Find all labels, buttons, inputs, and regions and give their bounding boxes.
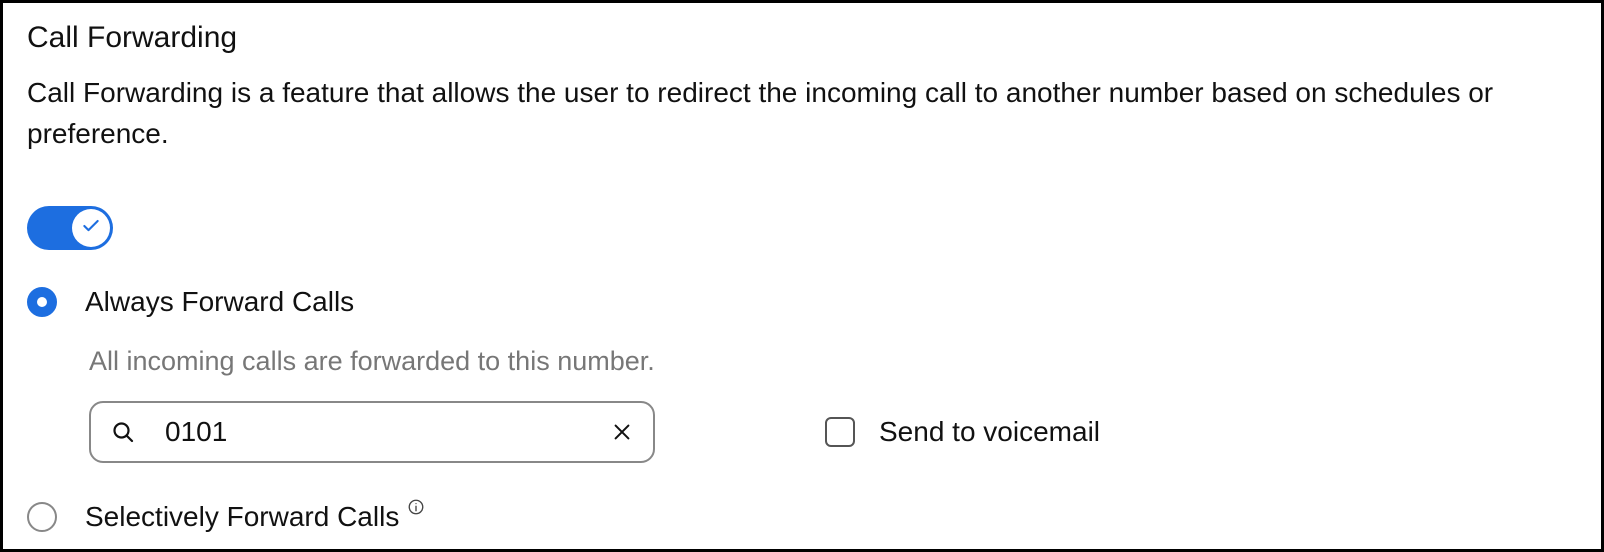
radio-always-forward[interactable] bbox=[27, 287, 57, 317]
search-icon bbox=[111, 420, 135, 444]
send-to-voicemail-group: Send to voicemail bbox=[825, 416, 1100, 448]
always-forward-details: All incoming calls are forwarded to this… bbox=[27, 346, 1577, 463]
call-forwarding-toggle[interactable] bbox=[27, 206, 113, 250]
send-to-voicemail-label: Send to voicemail bbox=[879, 416, 1100, 448]
forward-input-row: Send to voicemail bbox=[89, 401, 1577, 463]
clear-icon[interactable] bbox=[611, 421, 633, 443]
option-always-forward: Always Forward Calls bbox=[27, 286, 1577, 318]
call-forwarding-panel: Call Forwarding Call Forwarding is a fea… bbox=[0, 0, 1604, 552]
page-title: Call Forwarding bbox=[27, 21, 1577, 55]
info-icon[interactable] bbox=[407, 498, 425, 516]
radio-label-always: Always Forward Calls bbox=[85, 286, 354, 318]
option-selectively-forward: Selectively Forward Calls bbox=[27, 501, 1577, 533]
toggle-knob bbox=[72, 209, 110, 247]
forward-number-input[interactable] bbox=[165, 416, 611, 448]
radio-label-selective: Selectively Forward Calls bbox=[85, 501, 399, 533]
page-description: Call Forwarding is a feature that allows… bbox=[27, 73, 1577, 154]
always-forward-description: All incoming calls are forwarded to this… bbox=[89, 346, 1577, 377]
check-icon bbox=[81, 216, 101, 241]
forward-number-box bbox=[89, 401, 655, 463]
radio-label-selective-group: Selectively Forward Calls bbox=[85, 501, 425, 533]
radio-selectively-forward[interactable] bbox=[27, 502, 57, 532]
send-to-voicemail-checkbox[interactable] bbox=[825, 417, 855, 447]
